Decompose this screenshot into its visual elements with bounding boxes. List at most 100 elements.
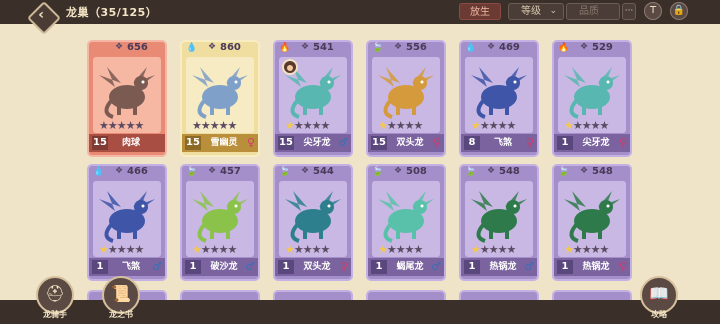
- power-value: 466: [127, 166, 148, 177]
- leaf-element-icon: 🍃: [186, 167, 198, 177]
- dragon-name: 蝎尾龙: [396, 262, 424, 272]
- star-icon: ★: [590, 119, 601, 132]
- star-icon: ★: [572, 119, 583, 132]
- power-value: 656: [127, 42, 148, 53]
- star-icon: ★: [200, 243, 211, 256]
- dragon-name: 尖牙龙: [303, 138, 331, 148]
- power-value: 548: [592, 166, 613, 177]
- star-rating: ★★★★★: [192, 243, 237, 256]
- power-value: 860: [220, 42, 241, 53]
- star-icon: ★: [99, 243, 109, 256]
- card-footer: 15 雪幽灵 ♀: [182, 134, 258, 152]
- helmet-icon: ⛑: [44, 284, 66, 303]
- star-icon: ★: [378, 243, 388, 256]
- star-icon: ★: [302, 243, 313, 256]
- dragon-name: 尖牙龙: [582, 138, 610, 148]
- star-icon: ★: [107, 243, 118, 256]
- level-badge: 8: [464, 136, 480, 150]
- card-header: 💧 ❖ 466: [89, 166, 165, 180]
- card-footer: 8 飞煞 ♀: [461, 134, 537, 152]
- star-icon: ★: [302, 119, 313, 132]
- star-icon: ★: [200, 119, 211, 132]
- dragon-card[interactable]: 🍃 ❖ 544 ★★★★★ 1 双头龙 ♀: [273, 164, 353, 281]
- card-header: 🍃 ❖ 548: [554, 166, 630, 180]
- dragon-card[interactable]: ❖ 656 ★★★★★ 15 肉球: [87, 40, 167, 157]
- leaf-element-icon: 🍃: [372, 167, 384, 177]
- level-badge: 1: [92, 260, 108, 274]
- card-header: 🍃 ❖ 508: [368, 166, 444, 180]
- dragon-card[interactable]: 🔥 ❖ 541 ★★★★★ 15 尖牙龙 ♂: [273, 40, 353, 157]
- paw-icon: ❖: [580, 42, 589, 52]
- dragon-card[interactable]: 🍃 ❖ 556 ★★★★★ 15 双头龙 ♀: [366, 40, 446, 157]
- female-icon: ♀: [525, 136, 534, 149]
- star-icon: ★: [378, 119, 388, 132]
- star-rating: ★★★★★: [564, 119, 609, 132]
- power-value: 529: [592, 42, 613, 53]
- dragon-card[interactable]: 🔥 ❖ 529 ★★★★★ 1 尖牙龙 ♀: [552, 40, 632, 157]
- power-value: 508: [406, 166, 427, 177]
- level-badge: 1: [185, 260, 201, 274]
- star-icon: ★: [590, 243, 601, 256]
- level-badge: 1: [557, 260, 573, 274]
- female-icon: ♀: [618, 136, 627, 149]
- star-rating: ★★★★★: [192, 119, 238, 132]
- card-header: 💧 ❖ 469: [461, 42, 537, 56]
- paw-icon: ❖: [394, 42, 403, 52]
- dragon-name: 雪幽灵: [210, 138, 238, 148]
- paw-icon: ❖: [115, 42, 124, 52]
- dragon-card[interactable]: 💧 ❖ 469 ★★★★★ 8 飞煞 ♀: [459, 40, 539, 157]
- dragon-card[interactable]: 💧 ❖ 860 ★★★★★ 15 雪幽灵 ♀: [180, 40, 260, 157]
- star-icon: ★: [218, 243, 229, 256]
- book-open-icon: 📖: [649, 284, 669, 303]
- dragon-card[interactable]: 🍃 ❖ 508 ★★★★★ 1 蝎尾龙 ♂: [366, 164, 446, 281]
- star-icon: ★: [497, 243, 508, 256]
- level-badge: 15: [185, 136, 201, 150]
- paw-icon: ❖: [301, 166, 310, 176]
- star-icon: ★: [227, 119, 238, 132]
- star-icon: ★: [572, 243, 583, 256]
- dragon-name: 热锅龙: [489, 262, 517, 272]
- star-icon: ★: [116, 243, 127, 256]
- card-footer: 15 肉球: [89, 134, 165, 152]
- level-badge: 15: [278, 136, 294, 150]
- star-icon: ★: [404, 243, 415, 256]
- card-header: ❖ 656: [89, 42, 165, 56]
- card-footer: 15 双头龙 ♀: [368, 134, 444, 152]
- dragon-name: 双头龙: [396, 138, 424, 148]
- star-icon: ★: [581, 119, 592, 132]
- star-rating: ★★★★★: [378, 119, 424, 132]
- star-icon: ★: [395, 243, 406, 256]
- star-icon: ★: [471, 243, 481, 256]
- card-footer: 1 破沙龙 ♂: [182, 258, 258, 276]
- star-icon: ★: [471, 119, 481, 132]
- level-badge: 1: [464, 260, 480, 274]
- power-value: 556: [406, 42, 427, 53]
- water-element-icon: 💧: [93, 167, 105, 177]
- paw-icon: ❖: [115, 166, 124, 176]
- dragon-card[interactable]: 🍃 ❖ 548 ★★★★★ 1 热锅龙 ♂: [459, 164, 539, 281]
- star-icon: ★: [116, 119, 127, 132]
- paw-icon: ❖: [487, 42, 496, 52]
- dragon-name: 破沙龙: [210, 262, 238, 272]
- level-badge: 15: [92, 136, 108, 150]
- card-footer: 1 尖牙龙 ♀: [554, 134, 630, 152]
- dragon-card[interactable]: 🍃 ❖ 457 ★★★★★ 1 破沙龙 ♂: [180, 164, 260, 281]
- fire-element-icon: 🔥: [558, 43, 570, 53]
- star-icon: ★: [293, 119, 304, 132]
- star-icon: ★: [488, 119, 499, 132]
- star-icon: ★: [107, 119, 118, 132]
- star-rating: ★★★★★: [378, 243, 423, 256]
- female-icon: ♀: [432, 136, 441, 149]
- star-icon: ★: [192, 243, 202, 256]
- paw-icon: ❖: [301, 42, 310, 52]
- star-icon: ★: [564, 243, 574, 256]
- star-icon: ★: [413, 119, 424, 132]
- card-header: 🔥 ❖ 541: [275, 42, 351, 56]
- star-icon: ★: [404, 119, 415, 132]
- star-icon: ★: [497, 119, 508, 132]
- star-icon: ★: [488, 243, 499, 256]
- dragon-card[interactable]: 🍃 ❖ 548 ★★★★★ 1 热锅龙 ♀: [552, 164, 632, 281]
- paw-icon: ❖: [208, 166, 217, 176]
- leaf-element-icon: 🍃: [372, 43, 384, 53]
- dragon-card[interactable]: 💧 ❖ 466 ★★★★★ 1 飞煞 ♂: [87, 164, 167, 281]
